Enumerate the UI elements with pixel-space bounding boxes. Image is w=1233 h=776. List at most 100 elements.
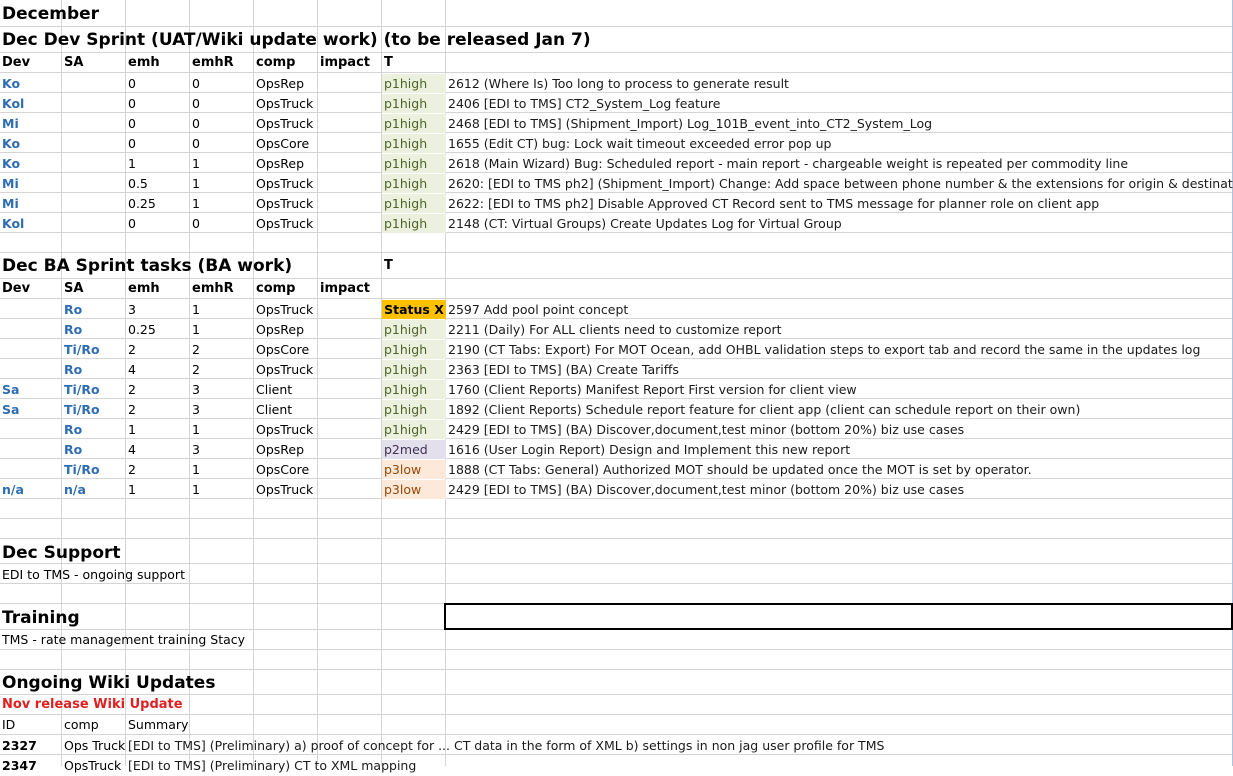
cell-dev[interactable] xyxy=(0,420,62,440)
cell-comp[interactable]: OpsCore xyxy=(254,340,318,360)
cell-emh[interactable]: 0 xyxy=(126,114,190,134)
cell-emh[interactable]: 2 xyxy=(126,400,190,420)
cell-description[interactable]: 2363 [EDI to TMS] (BA) Create Tariffs xyxy=(446,360,681,380)
priority-badge[interactable]: p1high xyxy=(382,94,446,113)
priority-badge[interactable]: p1high xyxy=(382,154,446,173)
ba-col-header-sa[interactable]: SA xyxy=(62,279,85,299)
cell-comp[interactable]: OpsTruck xyxy=(254,360,318,380)
cell-dev[interactable] xyxy=(0,440,62,460)
cell-emh[interactable]: 0.5 xyxy=(126,174,190,194)
ba-sprint-title[interactable]: Dec BA Sprint tasks (BA work) xyxy=(0,253,294,279)
cell-wiki-summary[interactable]: [EDI to TMS] (Preliminary) a) proof of c… xyxy=(126,736,886,756)
cell-emh[interactable]: 1 xyxy=(126,154,190,174)
cell-sa[interactable] xyxy=(62,74,126,94)
cell-impact[interactable] xyxy=(318,214,382,234)
training-title[interactable]: Training xyxy=(0,605,82,631)
cell-wiki-comp[interactable]: Ops Truck xyxy=(62,736,126,756)
cell-dev[interactable]: Sa xyxy=(0,380,62,400)
ba-col-header-emh[interactable]: emh xyxy=(126,279,162,299)
wiki-subtitle[interactable]: Nov release Wiki Update xyxy=(0,695,185,715)
col-header-t[interactable]: T xyxy=(382,53,395,73)
cell-emh[interactable]: 0 xyxy=(126,94,190,114)
cell-dev[interactable]: Mi xyxy=(0,194,62,214)
cell-dev[interactable] xyxy=(0,460,62,480)
cell-emhr[interactable]: 3 xyxy=(190,380,254,400)
ba-col-header-comp[interactable]: comp xyxy=(254,279,298,299)
cell-dev[interactable]: Sa xyxy=(0,400,62,420)
cell-sa[interactable]: Ro xyxy=(62,440,126,460)
cell-sa[interactable]: Ro xyxy=(62,300,126,320)
cell-emh[interactable]: 3 xyxy=(126,300,190,320)
cell-comp[interactable]: OpsTruck xyxy=(254,214,318,234)
cell-impact[interactable] xyxy=(318,360,382,380)
cell-emhr[interactable]: 1 xyxy=(190,460,254,480)
cell-comp[interactable]: OpsRep xyxy=(254,74,318,94)
cell-dev[interactable] xyxy=(0,340,62,360)
cell-sa[interactable] xyxy=(62,94,126,114)
cell-impact[interactable] xyxy=(318,380,382,400)
cell-emhr[interactable]: 2 xyxy=(190,340,254,360)
training-text[interactable]: TMS - rate management training Stacy xyxy=(0,630,247,650)
ba-col-header-dev[interactable]: Dev xyxy=(0,279,32,299)
cell-sa[interactable]: Ro xyxy=(62,320,126,340)
cell-emhr[interactable]: 0 xyxy=(190,214,254,234)
cell-description[interactable]: 2612 (Where Is) Too long to process to g… xyxy=(446,74,791,94)
col-header-impact[interactable]: impact xyxy=(318,53,372,73)
cell-dev[interactable]: Kol xyxy=(0,214,62,234)
priority-badge[interactable]: p3low xyxy=(382,460,446,479)
cell-emh[interactable]: 2 xyxy=(126,460,190,480)
cell-dev[interactable]: n/a xyxy=(0,480,62,500)
priority-badge[interactable]: p1high xyxy=(382,134,446,153)
cell-sa[interactable] xyxy=(62,194,126,214)
cell-emhr[interactable]: 3 xyxy=(190,400,254,420)
cell-emhr[interactable]: 0 xyxy=(190,74,254,94)
cell-sa[interactable]: Ro xyxy=(62,360,126,380)
cell-impact[interactable] xyxy=(318,194,382,214)
cell-description[interactable]: 1888 (CT Tabs: General) Authorized MOT s… xyxy=(446,460,1034,480)
cell-description[interactable]: 2211 (Daily) For ALL clients need to cus… xyxy=(446,320,784,340)
cell-dev[interactable]: Mi xyxy=(0,114,62,134)
cell-comp[interactable]: OpsCore xyxy=(254,134,318,154)
support-text[interactable]: EDI to TMS - ongoing support xyxy=(0,565,187,585)
cell-emhr[interactable]: 0 xyxy=(190,114,254,134)
ba-col-header-t[interactable]: T xyxy=(382,256,395,276)
cell-comp[interactable]: OpsTruck xyxy=(254,174,318,194)
cell-emh[interactable]: 2 xyxy=(126,340,190,360)
priority-badge[interactable]: p1high xyxy=(382,194,446,213)
cell-impact[interactable] xyxy=(318,320,382,340)
cell-emh[interactable]: 4 xyxy=(126,440,190,460)
cell-emhr[interactable]: 3 xyxy=(190,440,254,460)
cell-emh[interactable]: 0 xyxy=(126,74,190,94)
priority-badge[interactable]: p1high xyxy=(382,174,446,193)
cell-emhr[interactable]: 1 xyxy=(190,174,254,194)
cell-comp[interactable]: Client xyxy=(254,380,318,400)
cell-impact[interactable] xyxy=(318,154,382,174)
wiki-col-header-id[interactable]: ID xyxy=(0,715,17,735)
cell-comp[interactable]: Client xyxy=(254,400,318,420)
cell-sa[interactable]: Ti/Ro xyxy=(62,340,126,360)
col-header-dev[interactable]: Dev xyxy=(0,53,32,73)
cell-emhr[interactable]: 1 xyxy=(190,480,254,500)
priority-badge[interactable]: p1high xyxy=(382,420,446,439)
cell-comp[interactable]: OpsTruck xyxy=(254,300,318,320)
cell-emh[interactable]: 2 xyxy=(126,380,190,400)
priority-badge[interactable]: p1high xyxy=(382,380,446,399)
cell-sa[interactable]: Ti/Ro xyxy=(62,380,126,400)
cell-comp[interactable]: OpsRep xyxy=(254,320,318,340)
priority-badge[interactable]: p3low xyxy=(382,480,446,499)
cell-sa[interactable] xyxy=(62,174,126,194)
cell-comp[interactable]: OpsTruck xyxy=(254,420,318,440)
cell-sa[interactable]: Ro xyxy=(62,420,126,440)
cell-emh[interactable]: 0 xyxy=(126,134,190,154)
cell-impact[interactable] xyxy=(318,460,382,480)
cell-dev[interactable]: Ko xyxy=(0,74,62,94)
cell-dev[interactable] xyxy=(0,360,62,380)
cell-sa[interactable]: Ti/Ro xyxy=(62,460,126,480)
cell-comp[interactable]: OpsTruck xyxy=(254,194,318,214)
cell-description[interactable]: 1655 (Edit CT) bug: Lock wait timeout ex… xyxy=(446,134,833,154)
selected-cell[interactable] xyxy=(444,603,1233,630)
cell-sa[interactable]: Ti/Ro xyxy=(62,400,126,420)
cell-impact[interactable] xyxy=(318,174,382,194)
cell-dev[interactable] xyxy=(0,300,62,320)
wiki-col-header-summary[interactable]: Summary xyxy=(126,715,190,735)
